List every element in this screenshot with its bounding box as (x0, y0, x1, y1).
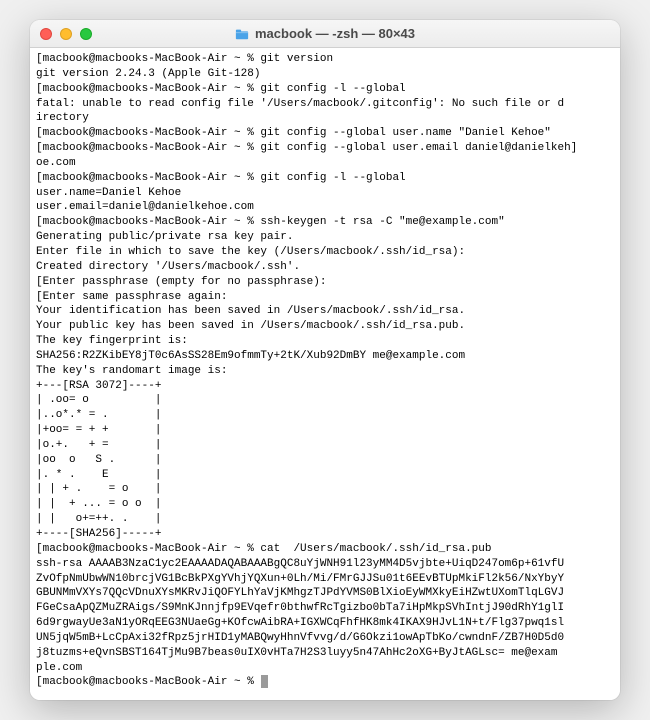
close-icon[interactable] (40, 28, 52, 40)
terminal-line: 6d9rgwayUe3aN1yORqEEG3NUaeGg+KOfcwAibRA+… (36, 616, 614, 631)
terminal-line: git version 2.24.3 (Apple Git-128) (36, 67, 614, 82)
terminal-line: [macbook@macbooks-MacBook-Air ~ % git co… (36, 82, 614, 97)
cursor-icon (261, 675, 268, 688)
zoom-icon[interactable] (80, 28, 92, 40)
terminal-window: macbook — -zsh — 80×43 [macbook@macbooks… (30, 20, 620, 700)
terminal-line: Your public key has been saved in /Users… (36, 319, 614, 334)
terminal-line: |+oo= = + + | (36, 423, 614, 438)
terminal-line: |. * . E | (36, 468, 614, 483)
terminal-line: [macbook@macbooks-MacBook-Air ~ % git co… (36, 171, 614, 186)
terminal-line: |oo o S . | (36, 453, 614, 468)
terminal-line: user.name=Daniel Kehoe (36, 186, 614, 201)
minimize-icon[interactable] (60, 28, 72, 40)
terminal-line: irectory (36, 111, 614, 126)
terminal-line: [macbook@macbooks-MacBook-Air ~ % (36, 675, 614, 690)
terminal-line: |o.+. + = | (36, 438, 614, 453)
terminal-line: | | + ... = o o | (36, 497, 614, 512)
terminal-line: [Enter passphrase (empty for no passphra… (36, 275, 614, 290)
terminal-line: SHA256:R2ZKibEY8jT0c6AsSS28Em9ofmmTy+2tK… (36, 349, 614, 364)
terminal-line: j8tuzms+eQvnSBST164TjMu9B7beas0uIX0vHTa7… (36, 646, 614, 661)
terminal-line: | | + . = o | (36, 482, 614, 497)
terminal-line: |..o*.* = . | (36, 408, 614, 423)
terminal-line: [macbook@macbooks-MacBook-Air ~ % cat /U… (36, 542, 614, 557)
window-title: macbook — -zsh — 80×43 (40, 26, 610, 41)
terminal-line: | .oo= o | (36, 393, 614, 408)
terminal-line: [macbook@macbooks-MacBook-Air ~ % git co… (36, 141, 614, 156)
terminal-line: ZvOfpNmUbwWN10brcjVG1BcBkPXgYVhjYQXun+0L… (36, 572, 614, 587)
home-folder-icon (235, 27, 249, 41)
terminal-line: UN5jqW5mB+LcCpAxi32fRpz5jrHID1yMABQwyHhn… (36, 631, 614, 646)
terminal-line: fatal: unable to read config file '/User… (36, 97, 614, 112)
terminal-line: ssh-rsa AAAAB3NzaC1yc2EAAAADAQABAAABgQC8… (36, 557, 614, 572)
terminal-line: Your identification has been saved in /U… (36, 304, 614, 319)
terminal-line: [Enter same passphrase again: (36, 290, 614, 305)
terminal-line: The key's randomart image is: (36, 364, 614, 379)
terminal-line: Enter file in which to save the key (/Us… (36, 245, 614, 260)
terminal-line: Created directory '/Users/macbook/.ssh'. (36, 260, 614, 275)
terminal-line: FGeCsaApQZMuZRAigs/S9MnKJnnjfp9EVqefr0bt… (36, 601, 614, 616)
terminal-line: [macbook@macbooks-MacBook-Air ~ % git ve… (36, 52, 614, 67)
window-titlebar[interactable]: macbook — -zsh — 80×43 (30, 20, 620, 48)
terminal-line: [macbook@macbooks-MacBook-Air ~ % git co… (36, 126, 614, 141)
terminal-line: +---[RSA 3072]----+ (36, 379, 614, 394)
window-title-text: macbook — -zsh — 80×43 (255, 26, 415, 41)
terminal-line: The key fingerprint is: (36, 334, 614, 349)
terminal-line: oe.com (36, 156, 614, 171)
terminal-output[interactable]: [macbook@macbooks-MacBook-Air ~ % git ve… (30, 48, 620, 700)
traffic-lights (40, 28, 92, 40)
terminal-line: | | o+=++. . | (36, 512, 614, 527)
terminal-line: +----[SHA256]-----+ (36, 527, 614, 542)
terminal-line: ple.com (36, 661, 614, 676)
terminal-line: user.email=daniel@danielkehoe.com (36, 200, 614, 215)
terminal-line: GBUNMmVXYs7QQcVDnuXYsMKRvJiQOFYLhYaVjKMh… (36, 586, 614, 601)
terminal-line: Generating public/private rsa key pair. (36, 230, 614, 245)
terminal-line: [macbook@macbooks-MacBook-Air ~ % ssh-ke… (36, 215, 614, 230)
